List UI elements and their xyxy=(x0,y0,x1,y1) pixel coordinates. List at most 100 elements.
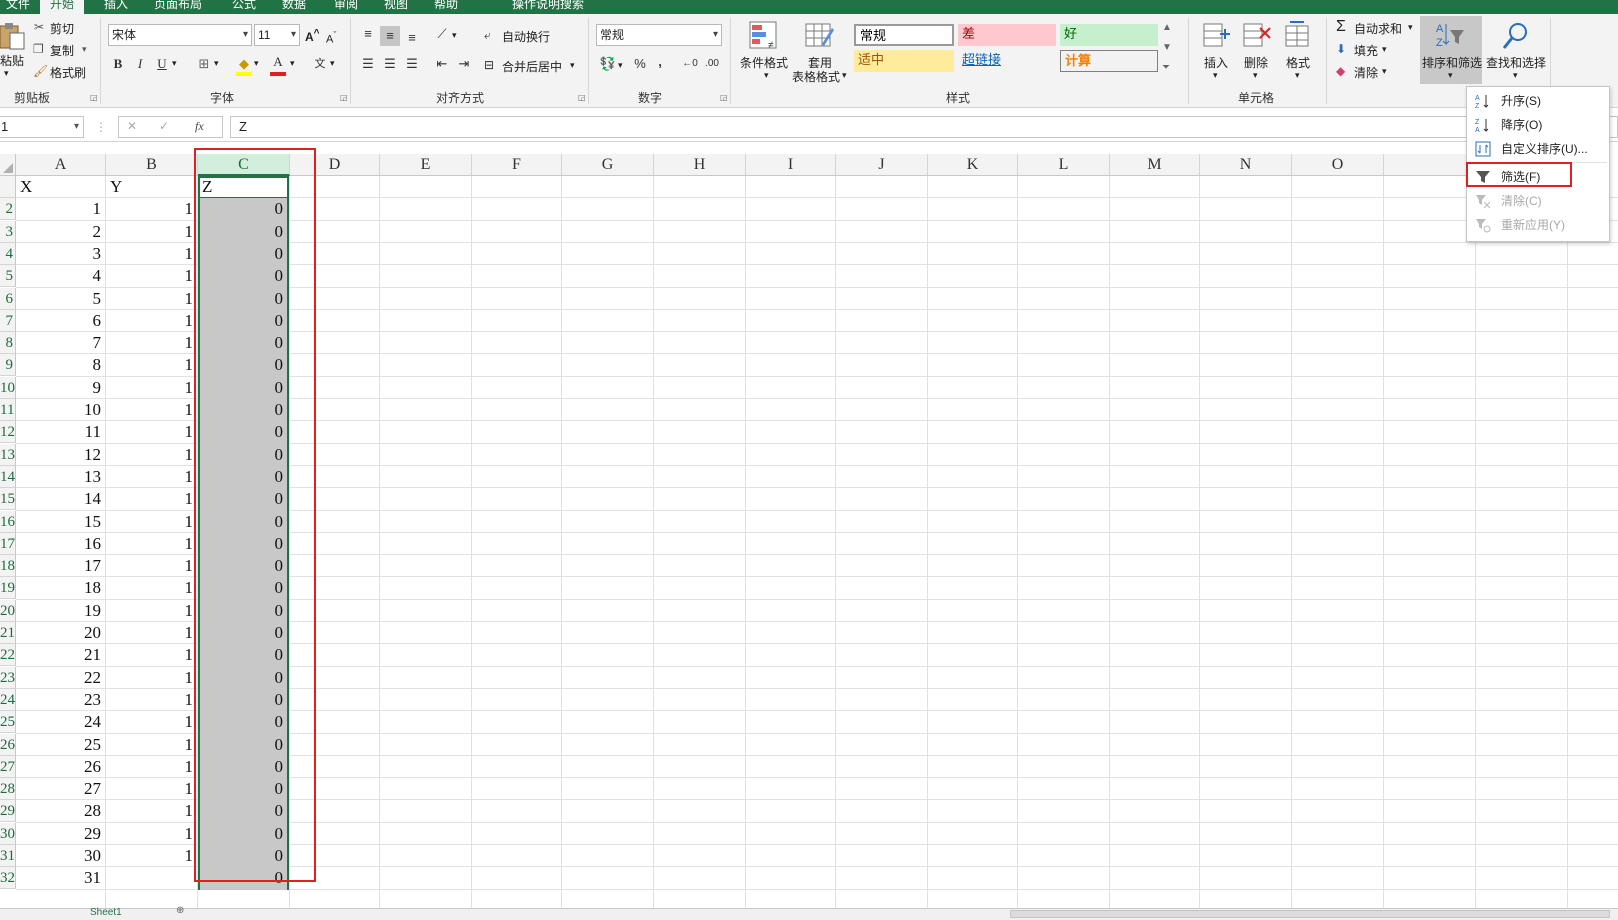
comma-button[interactable]: , xyxy=(650,52,670,72)
conditional-format-button[interactable]: 条件格式 xyxy=(740,54,788,71)
cell-a-r20[interactable]: 19 xyxy=(16,600,105,623)
cell-c-r6[interactable]: 0 xyxy=(198,287,289,311)
conditional-format-icon[interactable]: ≠ xyxy=(748,20,780,52)
cell-b-r18[interactable]: 1 xyxy=(106,555,197,578)
row-header[interactable]: 5 xyxy=(0,265,16,288)
align-middle-icon[interactable]: ≡ xyxy=(380,26,400,46)
format-button[interactable]: 格式 xyxy=(1286,54,1310,71)
row-header[interactable]: 19 xyxy=(0,577,16,600)
row-header[interactable]: 29 xyxy=(0,800,16,823)
row-header[interactable]: 25 xyxy=(0,711,16,734)
cell-c-r15[interactable]: 0 xyxy=(198,488,289,512)
row-header[interactable]: 6 xyxy=(0,287,16,310)
select-all-corner[interactable] xyxy=(0,154,16,176)
menu-item-filter[interactable]: 筛选(F) xyxy=(1467,165,1609,189)
align-left-icon[interactable]: ☰ xyxy=(358,54,378,74)
row-header[interactable]: 2 xyxy=(0,198,16,221)
cell-c-r22[interactable]: 0 xyxy=(198,644,289,668)
cell-c-r18[interactable]: 0 xyxy=(198,555,289,579)
cell-a-r9[interactable]: 8 xyxy=(16,354,105,377)
cell-a-r23[interactable]: 22 xyxy=(16,667,105,690)
row-header[interactable]: 30 xyxy=(0,822,16,845)
format-cells-icon[interactable] xyxy=(1282,20,1314,52)
cell-a-r31[interactable]: 30 xyxy=(16,845,105,868)
row-header[interactable]: 28 xyxy=(0,778,16,801)
cell-c-r24[interactable]: 0 xyxy=(198,688,289,712)
sort-filter-button[interactable]: A Z 排序和筛选 ▾ xyxy=(1420,16,1482,84)
cell-b-r5[interactable]: 1 xyxy=(106,265,197,288)
cell-a-r12[interactable]: 11 xyxy=(16,421,105,444)
conditional-dropdown-icon[interactable]: ▾ xyxy=(764,70,769,81)
delete-dropdown-icon[interactable]: ▾ xyxy=(1253,70,1258,81)
menu-item-sort-descending[interactable]: ZA 降序(O) xyxy=(1467,113,1609,137)
cell-a-r24[interactable]: 23 xyxy=(16,689,105,712)
cell-a-r21[interactable]: 20 xyxy=(16,622,105,645)
align-bottom-icon[interactable]: ≡ xyxy=(402,28,422,48)
column-header-i[interactable]: I xyxy=(746,154,836,176)
find-select-dropdown-icon[interactable]: ▾ xyxy=(1513,70,1518,81)
format-dropdown-icon[interactable]: ▾ xyxy=(1295,70,1300,81)
cell-b-r29[interactable]: 1 xyxy=(106,800,197,823)
font-launcher-icon[interactable]: ◲ xyxy=(340,93,348,102)
column-header-e[interactable]: E xyxy=(380,154,472,176)
cell-a-r5[interactable]: 4 xyxy=(16,265,105,288)
tell-me-search[interactable]: 操作说明搜索 xyxy=(512,0,584,14)
cell-a-r7[interactable]: 6 xyxy=(16,310,105,333)
align-right-icon[interactable]: ☰ xyxy=(402,54,422,74)
cell-b-r10[interactable]: 1 xyxy=(106,377,197,400)
row-header[interactable]: 15 xyxy=(0,488,16,511)
phonetic-icon[interactable]: 文 xyxy=(310,54,330,74)
orientation-dropdown-icon[interactable]: ▾ xyxy=(452,30,457,41)
cell-b-r17[interactable]: 1 xyxy=(106,533,197,556)
row-header[interactable]: 4 xyxy=(0,242,16,265)
cell-a-r10[interactable]: 9 xyxy=(16,377,105,400)
add-sheet-icon[interactable]: ⊕ xyxy=(176,905,184,916)
column-header-o[interactable]: O xyxy=(1292,154,1384,176)
underline-button[interactable]: U xyxy=(152,54,172,74)
row-header[interactable]: 17 xyxy=(0,532,16,555)
cell-c-r30[interactable]: 0 xyxy=(198,822,289,846)
cell-c-r27[interactable]: 0 xyxy=(198,755,289,779)
fill-button[interactable]: 填充 xyxy=(1354,42,1378,59)
cell-b-r30[interactable]: 1 xyxy=(106,823,197,846)
cell-c-r19[interactable]: 0 xyxy=(198,577,289,601)
row-header[interactable]: 11 xyxy=(0,399,16,421)
column-header-h[interactable]: H xyxy=(654,154,746,176)
row-header[interactable]: 32 xyxy=(0,867,16,890)
format-as-table-line2[interactable]: 表格格式 xyxy=(792,68,840,85)
cell-b-r19[interactable]: 1 xyxy=(106,577,197,600)
insert-button[interactable]: 插入 xyxy=(1204,54,1228,71)
menu-item-sort-ascending[interactable]: AZ 升序(S) xyxy=(1467,89,1609,113)
format-as-table-dropdown-icon[interactable]: ▾ xyxy=(842,70,847,81)
cell-a-r14[interactable]: 13 xyxy=(16,466,105,489)
column-header-c[interactable]: C xyxy=(198,154,290,176)
row-header[interactable]: 23 xyxy=(0,666,16,689)
row-header[interactable]: 26 xyxy=(0,733,16,756)
paste-button[interactable]: 粘贴 xyxy=(0,52,24,69)
tab-data[interactable]: 数据 xyxy=(282,0,306,14)
insert-dropdown-icon[interactable]: ▾ xyxy=(1213,70,1218,81)
style-neutral[interactable]: 适中 xyxy=(854,50,954,72)
name-box[interactable]: 1 ▾ xyxy=(0,116,84,138)
row-header[interactable]: 24 xyxy=(0,688,16,711)
row-header[interactable]: 7 xyxy=(0,309,16,332)
tab-review[interactable]: 审阅 xyxy=(334,0,358,14)
row-header[interactable]: 21 xyxy=(0,622,16,644)
border-dropdown-icon[interactable]: ▾ xyxy=(214,58,219,69)
cell-c-r31[interactable]: 0 xyxy=(198,845,289,868)
fill-dropdown-icon[interactable]: ▾ xyxy=(1382,44,1387,55)
cell-a-r18[interactable]: 17 xyxy=(16,555,105,578)
cell-b-r20[interactable]: 1 xyxy=(106,600,197,623)
cell-b-r16[interactable]: 1 xyxy=(106,511,197,534)
cell-b-r4[interactable]: 1 xyxy=(106,243,197,266)
cell-a-r2[interactable]: 1 xyxy=(16,198,105,221)
insert-cells-icon[interactable] xyxy=(1200,20,1232,52)
format-painter-button[interactable]: 格式刷 xyxy=(50,64,86,81)
cell-b-r2[interactable]: 1 xyxy=(106,198,197,221)
cell-a-r15[interactable]: 14 xyxy=(16,488,105,511)
cell-a-r28[interactable]: 27 xyxy=(16,778,105,801)
fill-color-icon[interactable]: ◆ xyxy=(234,54,254,74)
cell-b-r31[interactable]: 1 xyxy=(106,845,197,868)
cell-c-r28[interactable]: 0 xyxy=(198,778,289,802)
row-header[interactable]: 27 xyxy=(0,755,16,778)
